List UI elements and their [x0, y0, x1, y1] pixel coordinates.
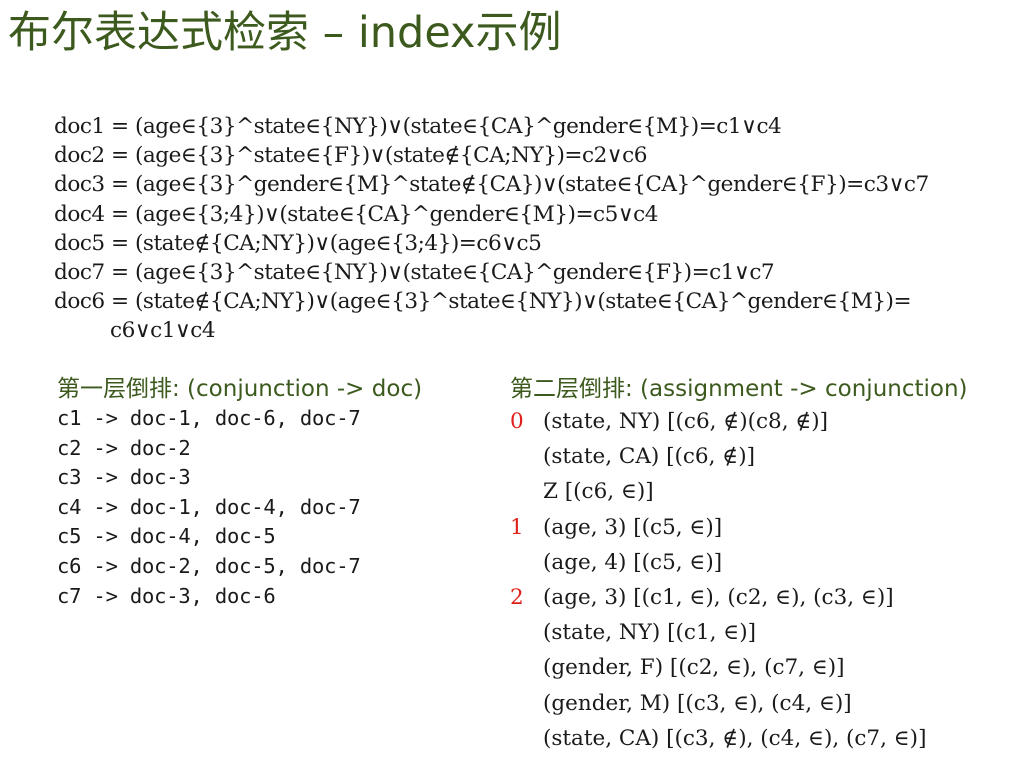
doc-expression-doc6-continuation: c6∨c1∨c4 [110, 318, 216, 344]
assignment-text: (state, NY) [(c6, ∉)(c8, ∉)] [543, 409, 829, 434]
posting-c7: c7 -> doc-3, doc-6 [57, 583, 276, 608]
assignment-row: 1 (age, 3) [(c5, ∈)] [510, 510, 968, 545]
doc-expression-list: doc1 = (age∈{3}^state∈{NY})∨(state∈{CA}^… [54, 112, 929, 346]
page-title: 布尔表达式检索 – index示例 [8, 8, 562, 58]
assignment-text: (age, 4) [(c5, ∈)] [543, 549, 723, 575]
assignment-row: (gender, F) [(c2, ∈), (c7, ∈)] [510, 650, 968, 685]
posting-c1: c1 -> doc-1, doc-6, doc-7 [57, 406, 361, 430]
second-level-index: 第二层倒排: (assignment -> conjunction) 0 (st… [510, 374, 968, 756]
assignment-row: 2 (age, 3) [(c1, ∈), (c2, ∈), (c3, ∈)] [510, 580, 968, 615]
assignment-row: (state, CA) [(c6, ∉)] [510, 439, 968, 474]
assignment-text: (gender, F) [(c2, ∈), (c7, ∈)] [543, 655, 845, 681]
assignment-text: (state, NY) [(c1, ∈)] [543, 620, 756, 646]
posting-c4: c4 -> doc-1, doc-4, doc-7 [57, 494, 361, 519]
assignment-row: (age, 4) [(c5, ∈)] [510, 545, 968, 580]
doc-expression-doc7: doc7 = (age∈{3}^state∈{NY})∨(state∈{CA}^… [54, 259, 775, 285]
assignment-text: (age, 3) [(c5, ∈)] [543, 514, 723, 540]
doc-expression-doc5: doc5 = (state∉{CA;NY})∨(age∈{3;4})=c6∨c5 [54, 230, 542, 256]
size-key: 0 [510, 409, 524, 434]
size-key: 1 [510, 514, 524, 540]
assignment-text: Z [(c6, ∈)] [543, 479, 654, 505]
size-key: 2 [510, 584, 524, 610]
assignment-text: (state, CA) [(c6, ∉)] [543, 444, 755, 470]
posting-c2: c2 -> doc-2 [57, 435, 191, 460]
doc-expression-doc6: doc6 = (state∉{CA;NY})∨(age∈{3}^state∈{N… [54, 289, 912, 315]
second-level-heading: 第二层倒排: (assignment -> conjunction) [510, 376, 968, 402]
assignment-text: (gender, M) [(c3, ∈), (c4, ∈)] [543, 690, 852, 716]
first-level-heading: 第一层倒排: (conjunction -> doc) [57, 376, 423, 402]
assignment-row: Z [(c6, ∈)] [510, 474, 968, 509]
assignment-row: 0 (state, NY) [(c6, ∉)(c8, ∉)] [510, 404, 968, 439]
posting-c3: c3 -> doc-3 [57, 465, 191, 490]
doc-expression-doc3: doc3 = (age∈{3}^gender∈{M}^state∉{CA})∨(… [54, 172, 929, 198]
doc-expression-doc1: doc1 = (age∈{3}^state∈{NY})∨(state∈{CA}^… [54, 114, 782, 139]
assignment-row: (state, NY) [(c1, ∈)] [510, 615, 968, 650]
posting-c5: c5 -> doc-4, doc-5 [57, 524, 276, 549]
doc-expression-doc2: doc2 = (age∈{3}^state∈{F})∨(state∉{CA;NY… [54, 143, 647, 169]
assignment-text: (state, CA) [(c3, ∉), (c4, ∈), (c7, ∈)] [543, 725, 927, 751]
assignment-text: (age, 3) [(c1, ∈), (c2, ∈), (c3, ∈)] [543, 584, 894, 610]
assignment-row: (gender, M) [(c3, ∈), (c4, ∈)] [510, 686, 968, 721]
doc-expression-doc4: doc4 = (age∈{3;4})∨(state∈{CA}^gender∈{M… [54, 201, 659, 227]
posting-c6: c6 -> doc-2, doc-5, doc-7 [57, 553, 361, 578]
first-level-index: 第一层倒排: (conjunction -> doc) c1 -> doc-1,… [57, 374, 422, 611]
assignment-row: (state, CA) [(c3, ∉), (c4, ∈), (c7, ∈)] [510, 721, 968, 756]
